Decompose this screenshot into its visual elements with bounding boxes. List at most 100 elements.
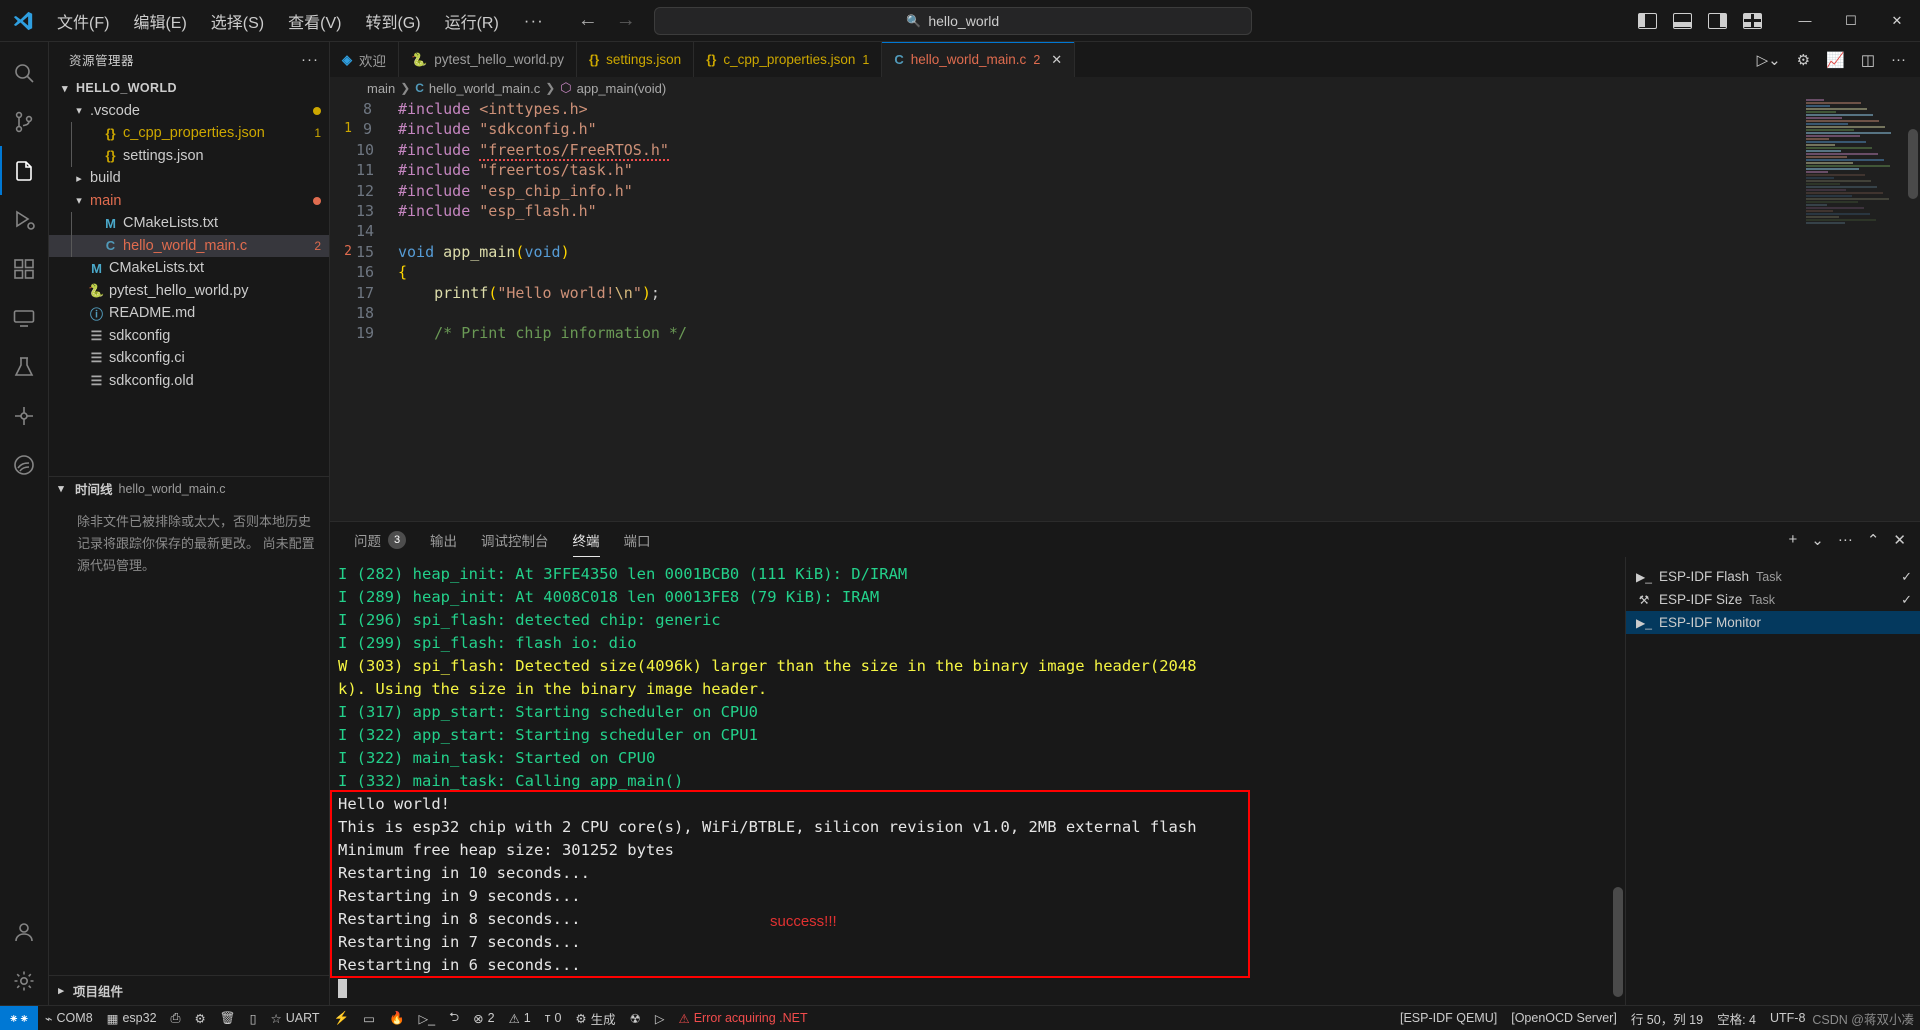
minimap[interactable] [1806,99,1906,521]
menu-edit[interactable]: 编辑(E) [122,5,197,37]
menu-goto[interactable]: 转到(G) [354,5,431,37]
breadcrumb-main[interactable]: main [367,81,395,96]
ellipsis-icon[interactable]: ··· [1838,531,1853,548]
timeline-header[interactable]: ▾ 时间线 hello_world_main.c [49,477,329,501]
panel-tab-0[interactable]: 问题 3 [342,522,418,557]
terminal-list-item-1[interactable]: ⚒ ESP-IDF Size Task ✓ [1626,588,1920,611]
activity-account-icon[interactable] [0,907,49,956]
code-line[interactable]: 14 [330,221,1920,241]
code-line[interactable]: 13 #include "esp_flash.h" [330,201,1920,221]
chevron-up-icon[interactable]: ⌃ [1867,531,1880,549]
editor-tab-close-icon[interactable]: ✕ [1051,52,1062,68]
panel-tab-3[interactable]: 终端 [561,522,612,557]
menu-bar[interactable]: 文件(F) 编辑(E) 选择(S) 查看(V) 转到(G) 运行(R) ··· [46,5,556,37]
status-right-item-1[interactable]: [OpenOCD Server] [1504,1006,1624,1030]
breadcrumb-symbol[interactable]: app_main(void) [577,81,667,96]
chevron-down-icon[interactable]: ▾ [57,82,73,95]
split-editor-icon[interactable]: ◫ [1861,51,1875,69]
activity-esp-idf-icon[interactable] [0,391,49,440]
status-item-flash[interactable]: ⚡ [327,1006,357,1030]
activity-extensions-icon[interactable] [0,244,49,293]
status-item-gear[interactable]: ⚙ 生成 [568,1006,622,1030]
project-components-section[interactable]: ▸ 项目组件 [49,975,329,1005]
run-chevron-icon[interactable]: ▷⌄ [1757,51,1781,69]
activity-source-control-icon[interactable] [0,97,49,146]
tree-item-pytest-hello-world-py[interactable]: 🐍 pytest_hello_world.py [49,280,329,303]
editor-vertical-scrollbar[interactable] [1906,99,1920,521]
code-line[interactable]: 19 /* Print chip information */ [330,323,1920,343]
menu-select[interactable]: 选择(S) [200,5,275,37]
minimize-button[interactable]: — [1782,0,1828,42]
status-right-item-3[interactable]: 空格: 4 [1710,1006,1763,1030]
close-button[interactable]: ✕ [1874,0,1920,42]
chart-icon[interactable]: 📈 [1826,51,1845,69]
editor-tab-settings-json[interactable]: {} settings.json [577,42,695,77]
plus-icon[interactable]: + [1789,531,1798,548]
tree-item-readme-md[interactable]: ⓘ README.md [49,302,329,325]
status-item-radio-tower[interactable]: ᴛ0 [538,1006,569,1030]
panel-tab-4[interactable]: 端口 [612,522,663,557]
activity-remote-explorer-icon[interactable] [0,293,49,342]
command-search-input[interactable]: 🔍 hello_world [653,6,1252,35]
tree-item-hello-world[interactable]: ▾ HELLO_WORLD [49,77,329,100]
terminal-vertical-scrollbar[interactable] [1611,557,1625,1005]
status-item-alert[interactable]: ⚠ Error acquiring .NET [672,1006,815,1030]
status-right-item-4[interactable]: UTF-8 [1763,1006,1812,1030]
activity-run-debug-icon[interactable] [0,195,49,244]
editor-tab-hello-world-main-c[interactable]: Chello_world_main.c 2 ✕ [882,42,1076,77]
breadcrumb[interactable]: main ❯ C hello_world_main.c ❯ ⬡ app_main… [330,77,1920,99]
activity-testing-icon[interactable] [0,342,49,391]
status-right-item-2[interactable]: 行 50，列 19 [1624,1006,1710,1030]
status-item-flame[interactable]: 🔥 [382,1006,412,1030]
activity-search-icon[interactable] [0,48,49,97]
status-item-gear[interactable]: ⚙ [188,1006,213,1030]
close-icon[interactable]: ✕ [1893,531,1906,549]
status-item-error[interactable]: ⊗ 2 [466,1006,501,1030]
code-editor[interactable]: 8 #include <inttypes.h> 1 9 #include "sdkcon… [330,99,1920,521]
status-item-plug[interactable]: ⌁ COM8 [38,1006,100,1030]
terminal-output[interactable]: I (282) heap_init: At 3FFE4350 len 0001B… [330,557,1625,1005]
status-item-debug[interactable]: ☢ [623,1006,648,1030]
code-line[interactable]: 12 #include "esp_chip_info.h" [330,181,1920,201]
chevron-right-icon[interactable]: ▸ [71,172,87,185]
tree-item-build[interactable]: ▸ build [49,167,329,190]
maximize-button[interactable]: ☐ [1828,0,1874,42]
status-item-chip[interactable]: ▦ esp32 [100,1006,164,1030]
code-line[interactable]: 16 { [330,262,1920,282]
arrow-right-icon[interactable]: → [616,9,636,32]
sidebar-more-actions-icon[interactable]: ··· [301,51,319,68]
code-line[interactable]: 2 15 void app_main(void) [330,242,1920,262]
status-item-build[interactable]: ▯ [243,1006,264,1030]
editor-tab-c-cpp-properties-json[interactable]: {} c_cpp_properties.json 1 [694,42,883,77]
menu-file[interactable]: 文件(F) [46,5,120,37]
file-tree[interactable]: ▾ HELLO_WORLD ▾ .vscode{} c_cpp_properties.j… [49,77,329,476]
tree-item-sdkconfig[interactable]: ☰ sdkconfig [49,325,329,348]
status-item-warning[interactable]: ⚠ 1 [502,1006,538,1030]
status-item-play[interactable]: ▷ [648,1006,672,1030]
menu-view[interactable]: 查看(V) [277,5,352,37]
tree-item--vscode[interactable]: ▾ .vscode [49,100,329,123]
chevron-down-icon[interactable]: ⌄ [1811,531,1824,549]
code-line[interactable]: 17 printf("Hello world!\n"); [330,283,1920,303]
tree-item-main[interactable]: ▾ main [49,190,329,213]
menu-more-icon[interactable]: ··· [512,9,556,33]
toggle-secondary-sidebar-icon[interactable] [1708,12,1727,29]
terminal-instance-list[interactable]: ▶_ ESP-IDF Flash Task ✓ ⚒ ESP-IDF Size Task ✓ ▶_… [1625,557,1920,1005]
customize-layout-icon[interactable] [1743,12,1762,29]
panel-tab-2[interactable]: 调试控制台 [469,522,561,557]
menu-run[interactable]: 运行(R) [434,5,510,37]
remote-connect-icon[interactable]: ⁕⁕ [0,1005,38,1030]
toggle-panel-icon[interactable] [1673,12,1692,29]
tree-item-cmakelists-txt[interactable]: M CMakeLists.txt [49,257,329,280]
tree-item-sdkconfig-ci[interactable]: ☰ sdkconfig.ci [49,347,329,370]
code-line[interactable]: 18 [330,303,1920,323]
tree-item-hello-world-main-c[interactable]: Chello_world_main.c 2 [49,234,329,257]
editor-tab-bar[interactable]: ◈ 欢迎 🐍 pytest_hello_world.py {} settings.json… [330,42,1920,77]
code-line[interactable]: 10 #include "freertos/FreeRTOS.h" [330,140,1920,161]
code-line[interactable]: 1 9 #include "sdkconfig.h" [330,119,1920,139]
tree-item-cmakelists-txt[interactable]: M CMakeLists.txt [49,212,329,235]
activity-explorer-icon[interactable] [0,146,49,195]
status-item-trash[interactable]: 🗑 [213,1006,243,1030]
status-right-item-0[interactable]: [ESP-IDF QEMU] [1393,1006,1504,1030]
status-item-board[interactable]: ⎙ [164,1006,188,1030]
